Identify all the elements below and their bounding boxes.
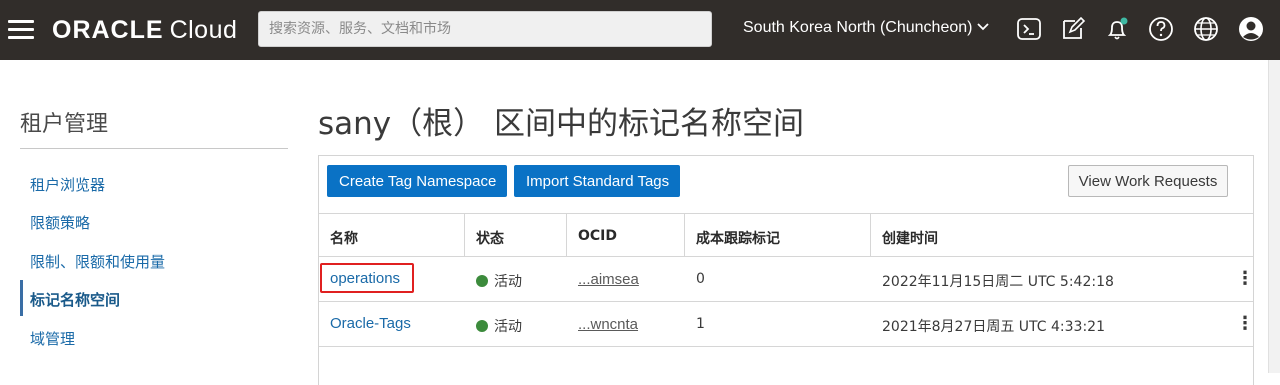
cost-tracking-count: 0: [696, 271, 705, 287]
column-header-cost-tracking[interactable]: 成本跟踪标记: [696, 228, 780, 248]
column-header-created[interactable]: 创建时间: [882, 228, 938, 248]
table-row-divider: [319, 301, 1253, 302]
column-header-status[interactable]: 状态: [476, 228, 504, 248]
ocid-link[interactable]: ...aimsea: [578, 271, 639, 288]
status-active-dot-icon: [476, 275, 488, 287]
column-divider: [566, 214, 567, 256]
region-label: South Korea North (Chuncheon): [743, 19, 973, 36]
table-row-divider: [319, 346, 1253, 347]
column-header-ocid[interactable]: OCID: [578, 228, 617, 244]
row-actions-kebab-icon[interactable]: ⋮: [1236, 269, 1254, 287]
top-navigation-bar: ORACLECloud South Korea North (Chuncheon…: [0, 0, 1280, 60]
region-selector[interactable]: South Korea North (Chuncheon): [743, 19, 990, 37]
logo-product: Cloud: [169, 16, 238, 44]
column-divider: [870, 214, 871, 256]
hamburger-menu-icon[interactable]: [8, 20, 34, 40]
view-work-requests-button[interactable]: View Work Requests: [1068, 165, 1228, 197]
sidebar-divider: [20, 148, 288, 149]
namespace-name-link[interactable]: operations: [330, 270, 400, 287]
sidebar-item-domain-management[interactable]: 域管理: [30, 328, 75, 349]
create-tag-namespace-button[interactable]: Create Tag Namespace: [327, 165, 507, 197]
edit-feedback-icon[interactable]: [1059, 15, 1087, 43]
status-active-dot-icon: [476, 320, 488, 332]
sidebar-active-indicator: [20, 280, 23, 316]
ocid-link[interactable]: ...wncnta: [578, 316, 638, 333]
column-divider: [464, 214, 465, 256]
import-standard-tags-button[interactable]: Import Standard Tags: [514, 165, 680, 197]
user-profile-icon[interactable]: [1237, 15, 1265, 43]
help-icon[interactable]: [1147, 15, 1175, 43]
sidebar-item-quota-policies[interactable]: 限额策略: [30, 212, 90, 233]
sidebar-item-tenancy-explorer[interactable]: 租户浏览器: [30, 174, 105, 195]
sidebar-item-limits-quotas-usage[interactable]: 限制、限额和使用量: [30, 251, 165, 272]
status-text: 活动: [494, 319, 522, 335]
status-badge: 活动: [476, 316, 522, 336]
column-divider: [684, 214, 685, 256]
row-actions-kebab-icon[interactable]: ⋮: [1236, 314, 1254, 332]
created-time: 2022年11月15日周二 UTC 5:42:18: [882, 274, 1114, 290]
language-globe-icon[interactable]: [1192, 15, 1220, 43]
chevron-down-icon: [976, 20, 990, 35]
logo-brand: ORACLE: [52, 16, 164, 44]
page-scrollbar[interactable]: [1268, 60, 1280, 373]
table-header-border: [319, 256, 1253, 257]
search-input[interactable]: [258, 11, 712, 47]
oracle-cloud-logo[interactable]: ORACLE Cloud: [52, 16, 237, 45]
column-header-name[interactable]: 名称: [330, 228, 358, 248]
namespace-name-link[interactable]: Oracle-Tags: [330, 315, 411, 332]
status-text: 活动: [494, 274, 522, 290]
notifications-bell-icon[interactable]: [1103, 15, 1131, 43]
sidebar-title: 租户管理: [20, 112, 109, 137]
table-top-border: [319, 213, 1253, 214]
cloud-shell-icon[interactable]: [1015, 15, 1043, 43]
created-time: 2021年8月27日周五 UTC 4:33:21: [882, 319, 1105, 335]
cost-tracking-count: 1: [696, 316, 705, 332]
page-title: sany（根） 区间中的标记名称空间: [318, 106, 804, 142]
status-badge: 活动: [476, 271, 522, 291]
sidebar-item-tag-namespaces[interactable]: 标记名称空间: [30, 289, 120, 310]
